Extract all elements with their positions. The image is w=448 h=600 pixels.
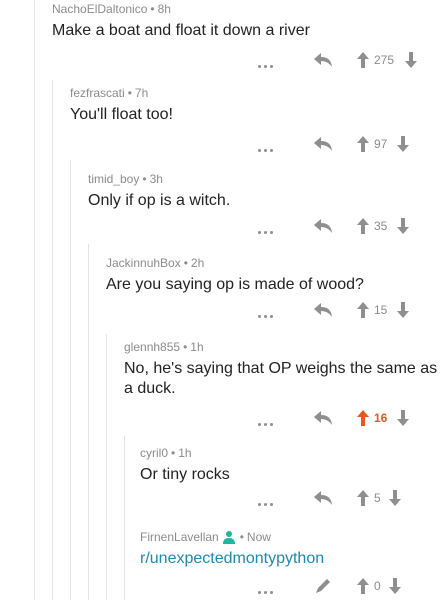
comment-age: 8h bbox=[157, 2, 171, 16]
comment: FirnenLavellan • Now r/unexpectedmontypyth… bbox=[140, 530, 448, 569]
comment-author[interactable]: JackinnuhBox bbox=[106, 256, 181, 270]
downvote-icon[interactable] bbox=[388, 575, 402, 597]
meta-separator: • bbox=[183, 340, 188, 354]
comment-body: Only if op is a witch. bbox=[88, 192, 231, 209]
comment-age: 3h bbox=[149, 172, 163, 186]
meta-separator: • bbox=[127, 86, 132, 100]
comment: cyril0 • 1h Or tiny rocks bbox=[140, 446, 448, 485]
comment-author[interactable]: cyril0 bbox=[140, 446, 168, 460]
downvote-icon[interactable] bbox=[388, 487, 402, 509]
more-options-icon[interactable] bbox=[258, 305, 278, 318]
comment: fezfrascati • 7h You'll float too! bbox=[70, 86, 448, 125]
more-options-icon[interactable] bbox=[258, 55, 278, 68]
more-options-icon[interactable] bbox=[258, 221, 278, 234]
comment-actions: 15 bbox=[258, 298, 438, 322]
more-options-icon[interactable] bbox=[258, 413, 278, 426]
comment-age: 1h bbox=[178, 446, 192, 460]
comment-body: You'll float too! bbox=[70, 106, 173, 123]
thread-line-6 bbox=[124, 436, 125, 600]
meta-separator: • bbox=[150, 2, 155, 16]
downvote-icon[interactable] bbox=[396, 215, 410, 237]
comment-meta: glennh855 • 1h bbox=[124, 340, 448, 355]
comment-author[interactable]: timid_boy bbox=[88, 172, 139, 186]
comment-meta: cyril0 • 1h bbox=[140, 446, 448, 461]
comment-actions: 16 bbox=[258, 406, 438, 430]
upvote-icon[interactable] bbox=[356, 407, 370, 429]
comment-actions: 0 bbox=[258, 574, 438, 598]
thread-line-4 bbox=[88, 244, 89, 600]
vote-score: 15 bbox=[374, 303, 388, 317]
upvote-icon[interactable] bbox=[356, 299, 370, 321]
comment-actions: 275 bbox=[258, 48, 438, 72]
comment-meta: JackinnuhBox • 2h bbox=[106, 256, 448, 271]
comment-age: 1h bbox=[190, 340, 204, 354]
comment-age: 2h bbox=[190, 256, 205, 270]
thread-line-1 bbox=[34, 0, 35, 600]
meta-separator: • bbox=[142, 172, 147, 186]
reply-icon[interactable] bbox=[312, 407, 334, 429]
downvote-icon[interactable] bbox=[396, 299, 410, 321]
comment: NachoElDaltonico • 8h Make a boat and floa… bbox=[52, 2, 448, 41]
reply-icon[interactable] bbox=[312, 133, 334, 155]
upvote-icon[interactable] bbox=[356, 215, 370, 237]
more-options-icon[interactable] bbox=[258, 581, 278, 594]
subreddit-link[interactable]: r/unexpectedmontypython bbox=[140, 549, 448, 569]
reply-icon[interactable] bbox=[312, 299, 334, 321]
downvote-icon[interactable] bbox=[404, 49, 418, 71]
reply-icon[interactable] bbox=[312, 487, 334, 509]
upvote-icon[interactable] bbox=[356, 49, 370, 71]
comment-actions: 35 bbox=[258, 214, 438, 238]
vote-score: 97 bbox=[374, 137, 388, 151]
comment-author[interactable]: FirnenLavellan bbox=[140, 530, 219, 544]
upvote-icon[interactable] bbox=[356, 487, 370, 509]
downvote-icon[interactable] bbox=[396, 407, 410, 429]
comment-body: Or tiny rocks bbox=[140, 466, 230, 483]
comment-meta: fezfrascati • 7h bbox=[70, 86, 448, 101]
comment-meta: FirnenLavellan • Now bbox=[140, 530, 448, 545]
vote-score: 275 bbox=[374, 53, 395, 67]
comment-meta: NachoElDaltonico • 8h bbox=[52, 2, 448, 17]
vote-score: 16 bbox=[374, 411, 388, 425]
vote-score: 5 bbox=[374, 491, 381, 505]
comment-author[interactable]: NachoElDaltonico bbox=[52, 2, 147, 16]
comment: timid_boy • 3h Only if op is a witch. bbox=[88, 172, 448, 211]
meta-separator: • bbox=[171, 446, 176, 460]
user-icon bbox=[222, 531, 235, 544]
more-options-icon[interactable] bbox=[258, 493, 278, 506]
comment-actions: 5 bbox=[258, 486, 438, 510]
thread-line-3 bbox=[70, 160, 71, 600]
thread-line-5 bbox=[106, 334, 107, 600]
upvote-icon[interactable] bbox=[356, 575, 370, 597]
more-options-icon[interactable] bbox=[258, 139, 278, 152]
comment-author[interactable]: fezfrascati bbox=[70, 86, 125, 100]
comment-body: Make a boat and float it down a river bbox=[52, 22, 310, 39]
comment-meta: timid_boy • 3h bbox=[88, 172, 448, 187]
comment-body: Are you saying op is made of wood? bbox=[106, 276, 364, 293]
comment-author[interactable]: glennh855 bbox=[124, 340, 180, 354]
thread-line-2 bbox=[52, 80, 53, 600]
comment-actions: 97 bbox=[258, 132, 438, 156]
comment: JackinnuhBox • 2h Are you saying op is mad… bbox=[106, 256, 448, 295]
downvote-icon[interactable] bbox=[396, 133, 410, 155]
vote-score: 0 bbox=[374, 579, 381, 593]
meta-separator: • bbox=[239, 530, 244, 544]
edit-icon[interactable] bbox=[312, 575, 334, 597]
meta-separator: • bbox=[183, 256, 188, 270]
comment-age: Now bbox=[246, 530, 271, 544]
comment-age: 7h bbox=[134, 86, 149, 100]
reply-icon[interactable] bbox=[312, 215, 334, 237]
vote-score: 35 bbox=[374, 219, 388, 233]
reply-icon[interactable] bbox=[312, 49, 334, 71]
comment-body: No, he's saying that OP weighs the same … bbox=[124, 360, 438, 397]
upvote-icon[interactable] bbox=[356, 133, 370, 155]
comment: glennh855 • 1h No, he's saying that OP wei… bbox=[124, 340, 448, 399]
